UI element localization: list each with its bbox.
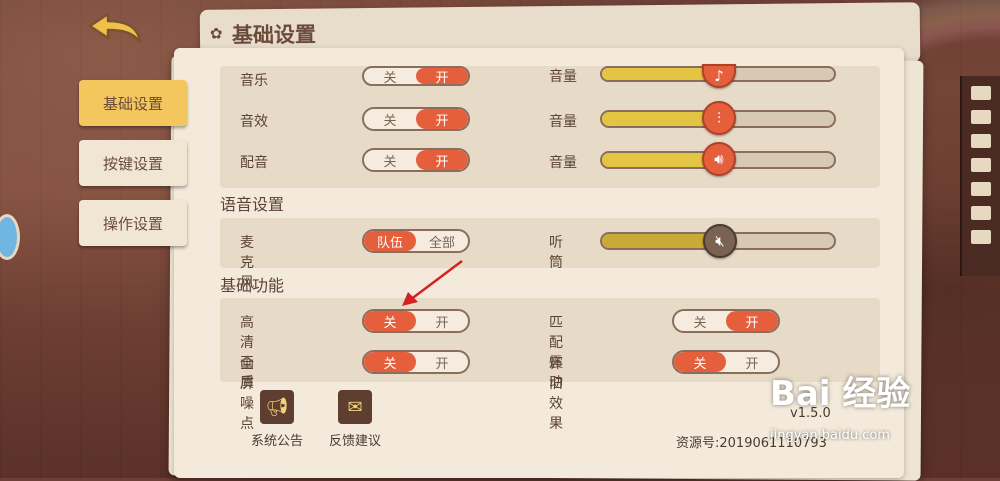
music-toggle[interactable]: 关 开 <box>362 66 470 86</box>
mail-icon: ✉ <box>338 390 372 424</box>
back-button[interactable] <box>86 10 144 46</box>
match-vibration-toggle[interactable]: 关 开 <box>672 309 780 333</box>
hd-quality-toggle[interactable]: 关 开 <box>362 309 470 333</box>
megaphone-icon: 📢︎ <box>260 390 294 424</box>
voice-label: 配音 <box>240 155 268 171</box>
sfx-label: 音效 <box>240 114 268 130</box>
sfx-volume-label: 音量 <box>549 114 577 130</box>
music-off-option[interactable]: 关 <box>364 68 416 85</box>
voice-volume-label: 音量 <box>549 155 577 171</box>
music-on-option[interactable]: 开 <box>416 68 468 84</box>
voice-on-option[interactable]: 开 <box>416 150 468 170</box>
film-strip-decoration <box>960 76 1000 276</box>
mic-all-option[interactable]: 全部 <box>416 231 468 251</box>
basic-section-title: 基础功能 <box>220 276 285 295</box>
noise-off-option[interactable]: 关 <box>364 352 416 372</box>
tab-operation-settings[interactable]: 操作设置 <box>79 200 187 246</box>
feedback-label: 反馈建议 <box>328 434 381 449</box>
back-arrow-icon <box>88 12 142 44</box>
feedback-button[interactable]: ✉ 反馈建议 <box>325 390 385 449</box>
baidu-url: jingyan.baidu.com <box>770 428 890 443</box>
voice-toggle[interactable]: 关 开 <box>362 148 470 172</box>
vibration-on-option[interactable]: 开 <box>726 311 778 331</box>
hd-off-option[interactable]: 关 <box>364 311 416 331</box>
music-label: 音乐 <box>240 73 268 88</box>
announcement-label: 系统公告 <box>250 434 303 449</box>
hd-on-option[interactable]: 开 <box>416 311 468 331</box>
page-title: 基础设置 <box>231 22 317 48</box>
gear-icon: ✿ <box>209 24 223 43</box>
tab-basic-settings[interactable]: 基础设置 <box>79 80 187 126</box>
annotation-arrow-icon <box>402 260 463 306</box>
voice-off-option[interactable]: 关 <box>364 150 416 170</box>
fullscreen-noise-toggle[interactable]: 关 开 <box>362 350 470 374</box>
nostalgia-toggle[interactable]: 关 开 <box>672 350 780 374</box>
sfx-toggle[interactable]: 关 开 <box>362 107 470 131</box>
tab-key-settings[interactable]: 按键设置 <box>79 140 187 186</box>
system-announcement-button[interactable]: 📢︎ 系统公告 <box>247 390 307 449</box>
vibration-off-option[interactable]: 关 <box>674 311 726 331</box>
baidu-logo: Bai 经验 <box>770 374 911 414</box>
speaker-muted-icon[interactable]: 🔇︎ <box>703 224 737 258</box>
speaker-icon[interactable]: 🔊︎ <box>702 142 736 176</box>
settings-tabs: 基础设置 按键设置 操作设置 <box>79 80 189 260</box>
baidu-watermark: Bai 经验 jingyan.baidu.com <box>770 366 990 456</box>
equalizer-icon[interactable]: ⫶ <box>702 101 736 135</box>
noise-on-option[interactable]: 开 <box>416 352 468 372</box>
mic-team-option[interactable]: 队伍 <box>364 231 416 251</box>
sfx-off-option[interactable]: 关 <box>364 109 416 129</box>
nostalgia-off-option[interactable]: 关 <box>674 352 726 372</box>
sfx-on-option[interactable]: 开 <box>416 109 468 129</box>
voice-section-title: 语音设置 <box>220 195 285 214</box>
music-volume-label: 音量 <box>549 69 577 85</box>
mic-toggle[interactable]: 队伍 全部 <box>362 229 470 253</box>
